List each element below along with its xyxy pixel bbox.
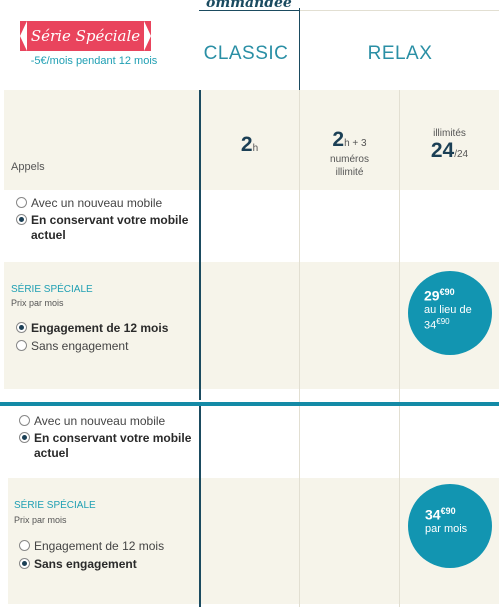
option-label: Engagement de 12 mois bbox=[34, 539, 165, 553]
promo-subtitle: -5€/mois pendant 12 mois bbox=[30, 55, 158, 67]
recommended-left-border bbox=[199, 406, 201, 607]
engagement-options-2: Engagement de 12 mois Sans engagement bbox=[19, 539, 199, 571]
option-new-mobile[interactable]: Avec un nouveau mobile bbox=[16, 196, 198, 210]
prix-par-mois-label: Prix par mois bbox=[11, 298, 64, 308]
serie-speciale-label: SÉRIE SPÉCIALE bbox=[14, 500, 96, 511]
serie-speciale-label: SÉRIE SPÉCIALE bbox=[11, 284, 93, 295]
grid-line bbox=[399, 90, 400, 607]
price-euros: 34 bbox=[425, 506, 441, 523]
unlimited-unit: /24 bbox=[454, 149, 469, 160]
option-label: Sans engagement bbox=[34, 557, 137, 571]
option-keep-mobile[interactable]: En conservant votre mobile actuel bbox=[19, 431, 199, 461]
relax-hours: 2 bbox=[332, 128, 345, 151]
radio-icon[interactable] bbox=[16, 197, 27, 208]
radio-icon[interactable] bbox=[19, 415, 30, 426]
classic-hours: 2 bbox=[240, 133, 253, 156]
radio-icon[interactable] bbox=[19, 540, 30, 551]
radio-icon[interactable] bbox=[16, 340, 27, 351]
price-cents: €90 bbox=[440, 506, 456, 516]
option-label: Engagement de 12 mois bbox=[31, 321, 169, 335]
serie-speciale-ribbon: Série Spéciale bbox=[20, 21, 151, 51]
grid-line bbox=[299, 10, 300, 607]
mobile-options-1: Avec un nouveau mobile En conservant vot… bbox=[16, 196, 198, 243]
option-sans-engagement[interactable]: Sans engagement bbox=[16, 339, 196, 353]
old-price-cents: €90 bbox=[436, 316, 450, 326]
relax-calls-value: 2h + 3 numéros illimité bbox=[300, 129, 399, 179]
radio-selected-icon[interactable] bbox=[16, 214, 27, 225]
radio-selected-icon[interactable] bbox=[19, 432, 30, 443]
grid-line bbox=[300, 10, 499, 11]
option-label: Sans engagement bbox=[31, 339, 129, 353]
old-price-euros: 34 bbox=[424, 319, 437, 332]
unlimited-calls-value: illimités 24/24 bbox=[400, 128, 499, 163]
radio-selected-icon[interactable] bbox=[16, 322, 27, 333]
unlimited-big: 24 bbox=[430, 139, 455, 162]
section-divider bbox=[0, 402, 499, 406]
option-label: En conservant votre mobile actuel bbox=[34, 431, 192, 460]
price-par-mois: par mois bbox=[425, 522, 468, 535]
option-label: Avec un nouveau mobile bbox=[34, 414, 166, 428]
relax-hours-unit: h + 3 bbox=[344, 138, 367, 149]
appels-label: Appels bbox=[11, 161, 45, 173]
unlimited-top: illimités bbox=[433, 128, 466, 139]
option-label: Avec un nouveau mobile bbox=[31, 196, 163, 210]
option-engagement-12[interactable]: Engagement de 12 mois bbox=[16, 321, 196, 335]
plan-relax-header[interactable]: RELAX bbox=[350, 43, 450, 65]
recommended-tag: ommandée bbox=[206, 0, 292, 11]
price-euros: 29 bbox=[424, 287, 440, 304]
relax-extra-2: illimité bbox=[335, 167, 364, 178]
price-badge-1: 29€90 au lieu de 34€90 bbox=[408, 271, 492, 355]
relax-extra-1: numéros bbox=[330, 154, 369, 165]
plan-classic-header[interactable]: CLASSIC bbox=[200, 43, 292, 65]
price-badge-2: 34€90 par mois bbox=[408, 484, 492, 568]
price-au-lieu-de: au lieu de bbox=[424, 303, 472, 316]
prix-par-mois-label: Prix par mois bbox=[14, 515, 67, 525]
option-keep-mobile[interactable]: En conservant votre mobile actuel bbox=[16, 213, 198, 243]
radio-selected-icon[interactable] bbox=[19, 558, 30, 569]
option-label: En conservant votre mobile actuel bbox=[31, 213, 189, 242]
mobile-options-2: Avec un nouveau mobile En conservant vot… bbox=[19, 414, 199, 461]
classic-hours-unit: h bbox=[252, 143, 259, 154]
option-engagement-12[interactable]: Engagement de 12 mois bbox=[19, 539, 199, 553]
option-new-mobile[interactable]: Avec un nouveau mobile bbox=[19, 414, 199, 428]
price-cents: €90 bbox=[439, 287, 455, 297]
option-sans-engagement[interactable]: Sans engagement bbox=[19, 557, 199, 571]
engagement-options-1: Engagement de 12 mois Sans engagement bbox=[16, 321, 196, 353]
classic-calls-value: 2h bbox=[200, 133, 299, 157]
